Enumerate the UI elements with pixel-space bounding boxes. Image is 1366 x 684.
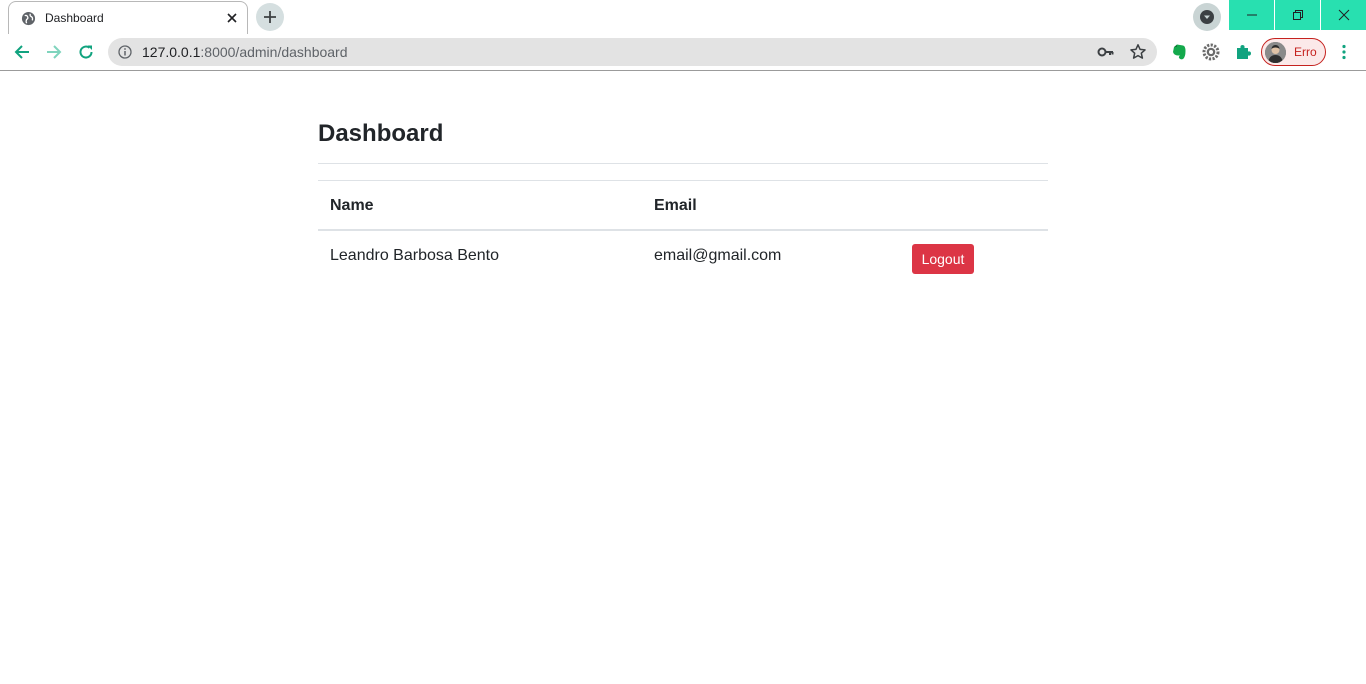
arrow-left-icon	[14, 45, 29, 59]
star-icon[interactable]	[1129, 43, 1147, 61]
forward-button[interactable]	[40, 38, 68, 66]
tab-title: Dashboard	[45, 11, 104, 25]
table-header-border	[318, 229, 1048, 231]
column-header-email: Email	[654, 197, 697, 214]
toolbar-divider	[0, 70, 1366, 71]
puzzle-icon	[1237, 45, 1251, 59]
close-tab-icon[interactable]	[223, 9, 241, 27]
browser-toolbar: 127.0.0.1:8000/admin/dashboard Erro	[0, 34, 1366, 70]
settings-extension-button[interactable]	[1197, 38, 1225, 66]
tab-dashboard[interactable]: Dashboard	[8, 1, 248, 34]
logout-button[interactable]: Logout	[912, 244, 974, 274]
close-window-button[interactable]	[1321, 0, 1366, 30]
reload-icon	[79, 45, 93, 59]
title-divider	[318, 163, 1048, 164]
minimize-icon	[1246, 14, 1257, 16]
close-icon	[1338, 9, 1349, 21]
new-tab-button[interactable]	[256, 3, 284, 31]
kebab-menu-icon	[1342, 44, 1346, 60]
address-bar[interactable]: 127.0.0.1:8000/admin/dashboard	[108, 38, 1157, 66]
url-host: 127.0.0.1	[142, 44, 201, 60]
arrow-right-icon	[47, 45, 62, 59]
extensions-button[interactable]	[1229, 38, 1257, 66]
globe-icon	[21, 11, 36, 26]
plus-icon	[264, 11, 276, 23]
menu-button[interactable]	[1330, 38, 1358, 66]
restore-button[interactable]	[1275, 0, 1320, 30]
cell-name: Leandro Barbosa Bento	[330, 247, 500, 264]
reload-button[interactable]	[72, 38, 100, 66]
page-title: Dashboard	[318, 120, 444, 147]
key-icon[interactable]	[1097, 44, 1115, 60]
evernote-icon	[1173, 44, 1186, 60]
url-text: 127.0.0.1:8000/admin/dashboard	[142, 44, 348, 60]
gear-icon	[1202, 43, 1220, 61]
evernote-extension-button[interactable]	[1165, 38, 1193, 66]
profile-label: Erro	[1294, 45, 1317, 59]
tab-search-button[interactable]	[1193, 3, 1221, 31]
table-top-border	[318, 180, 1048, 181]
chevron-down-icon	[1200, 10, 1214, 24]
profile-button[interactable]: Erro	[1261, 38, 1326, 66]
url-path: :8000/admin/dashboard	[200, 44, 348, 60]
back-button[interactable]	[8, 38, 36, 66]
info-icon[interactable]	[118, 45, 132, 59]
minimize-button[interactable]	[1229, 0, 1274, 30]
avatar	[1265, 42, 1286, 63]
restore-icon	[1292, 10, 1303, 20]
column-header-name: Name	[330, 197, 374, 214]
cell-email: email@gmail.com	[654, 247, 782, 264]
tab-strip: Dashboard	[0, 0, 1366, 34]
